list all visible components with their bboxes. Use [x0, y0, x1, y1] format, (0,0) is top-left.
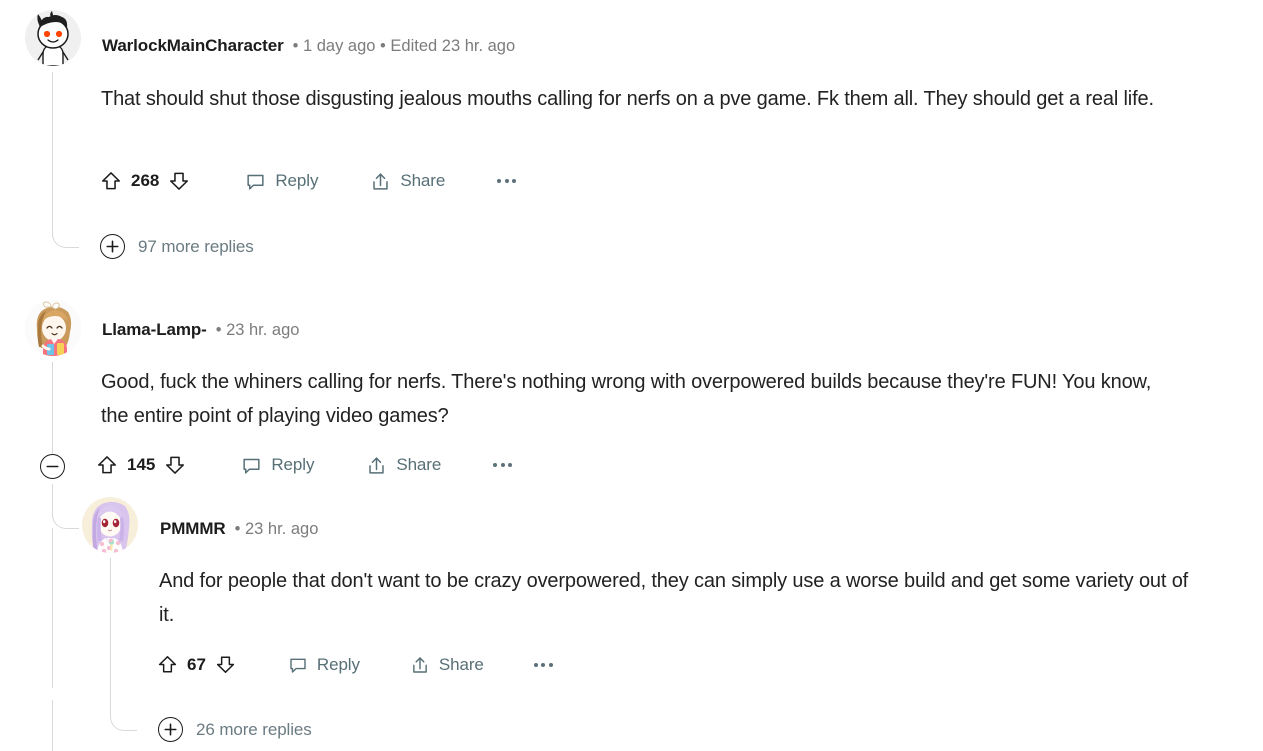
share-button[interactable]: Share [366, 455, 441, 476]
username-link[interactable]: Llama-Lamp- [102, 320, 207, 340]
more-options-ellipsis-icon [504, 179, 509, 183]
plus-glyph [164, 723, 177, 736]
more-replies-label: 97 more replies [138, 236, 254, 256]
more-replies-button[interactable]: 26 more replies [158, 717, 312, 742]
more-options-ellipsis-icon [548, 662, 553, 667]
thread-elbow-level-1 [52, 221, 79, 248]
reply-button[interactable]: Reply [241, 455, 314, 476]
downvote-button[interactable] [215, 654, 236, 675]
vote-count: 145 [127, 455, 156, 474]
comment-timestamp: • 23 hr. ago [215, 321, 300, 339]
downvote-arrow-icon [216, 656, 235, 673]
avatar[interactable] [82, 497, 138, 553]
more-replies-label: 26 more replies [196, 719, 312, 739]
comment-action-bar: 67 Reply Share [157, 654, 553, 675]
vote-count: 67 [187, 654, 206, 674]
share-arrow-icon [373, 172, 389, 190]
thread-line-level-1[interactable] [52, 528, 53, 688]
avatar[interactable] [25, 300, 81, 356]
comment-bubble-icon [243, 458, 260, 474]
vote-group: 145 [96, 454, 186, 476]
share-label: Share [396, 455, 442, 474]
reply-label: Reply [316, 654, 360, 674]
more-options-button[interactable] [497, 179, 517, 183]
comment-timestamp: • 1 day ago • Edited 23 hr. ago [292, 37, 516, 55]
girl-cartoon-avatar [25, 300, 81, 356]
reply-label: Reply [271, 455, 315, 474]
vote-group: 268 [100, 170, 190, 192]
plus-circle-icon [158, 717, 183, 742]
more-options-ellipsis-icon [508, 463, 513, 467]
comment-header: PMMMR • 23 hr. ago [160, 519, 318, 539]
upvote-button[interactable] [157, 654, 178, 675]
anime-girl-avatar [82, 497, 138, 553]
more-options-ellipsis-icon [500, 463, 505, 467]
share-arrow-icon [369, 456, 385, 474]
upvote-arrow-icon [97, 456, 117, 474]
comment-body: Good, fuck the whiners calling for nerfs… [101, 371, 1152, 427]
share-label: Share [400, 171, 446, 190]
comment-bubble-icon [290, 658, 306, 673]
comment-bubble-icon [247, 174, 264, 190]
plus-circle-icon [100, 234, 125, 259]
more-options-ellipsis-icon [541, 662, 546, 667]
thread-line-level-1[interactable] [52, 362, 53, 459]
comment-action-bar: 145 Reply Share [96, 454, 513, 476]
reply-label: Reply [275, 171, 319, 190]
avatar[interactable] [25, 10, 81, 66]
share-arrow-icon [413, 656, 427, 673]
username-link[interactable]: WarlockMainCharacter [102, 36, 284, 56]
thread-line-level-1[interactable] [52, 700, 53, 751]
comment-header: WarlockMainCharacter • 1 day ago • Edite… [102, 36, 515, 56]
upvote-button[interactable] [100, 170, 122, 192]
upvote-arrow-icon [158, 656, 177, 673]
upvote-arrow-icon [101, 172, 121, 190]
thread-line-level-2[interactable] [110, 558, 111, 710]
downvote-arrow-icon [166, 456, 185, 474]
more-options-ellipsis-icon [497, 179, 502, 183]
reply-button[interactable]: Reply [288, 655, 360, 675]
thread-elbow-to-reply [52, 502, 79, 529]
minus-circle-collapse-icon [46, 465, 59, 468]
vote-group: 67 [157, 654, 236, 675]
downvote-arrow-icon [170, 172, 189, 190]
downvote-button[interactable] [168, 170, 190, 192]
share-button[interactable]: Share [370, 171, 445, 192]
username-link[interactable]: PMMMR [160, 519, 226, 539]
more-options-button[interactable] [493, 463, 513, 467]
more-options-button[interactable] [533, 662, 553, 667]
more-options-ellipsis-icon [533, 662, 538, 667]
comment-body: That should shut those disgusting jealou… [101, 88, 1154, 110]
more-options-ellipsis-icon [512, 179, 517, 183]
reply-button[interactable]: Reply [245, 171, 318, 192]
vote-count: 268 [131, 171, 160, 190]
thread-elbow-level-2 [110, 704, 137, 731]
thread-line-level-1[interactable] [52, 72, 53, 237]
comment-timestamp: • 23 hr. ago [234, 520, 319, 538]
downvote-button[interactable] [164, 454, 186, 476]
comment-action-bar: 268 Reply Share [100, 170, 517, 192]
collapse-thread-button[interactable] [40, 454, 65, 479]
more-options-ellipsis-icon [493, 463, 498, 467]
comment-body: And for people that don't want to be cra… [159, 570, 1189, 626]
plus-glyph [106, 240, 119, 253]
more-replies-button[interactable]: 97 more replies [100, 234, 254, 259]
share-label: Share [438, 654, 484, 674]
upvote-button[interactable] [96, 454, 118, 476]
share-button[interactable]: Share [410, 655, 484, 675]
comment-header: Llama-Lamp- • 23 hr. ago [102, 320, 299, 340]
reddit-snoo-avatar [25, 10, 81, 66]
